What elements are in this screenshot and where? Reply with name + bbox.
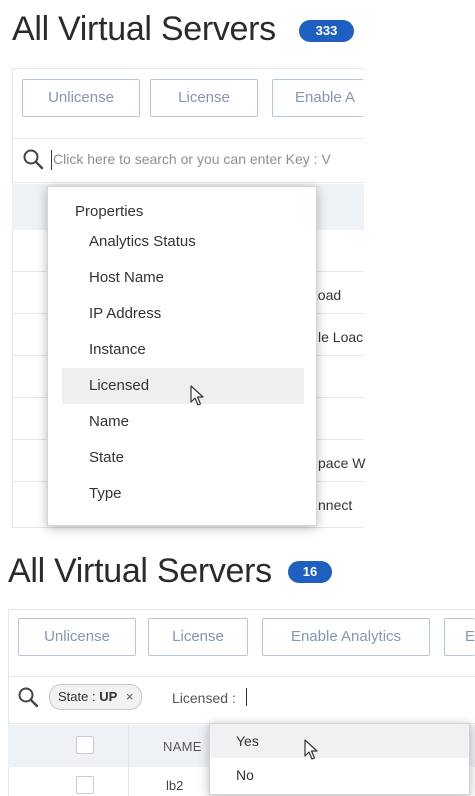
search-icon[interactable]	[17, 686, 39, 708]
page-title-filtered: All Virtual Servers	[8, 552, 272, 590]
dropdown-item-type[interactable]: Type	[48, 476, 316, 512]
more-actions-button[interactable]: E	[444, 618, 475, 656]
mouse-pointer-icon	[190, 385, 206, 407]
row-name-cell: lb2	[166, 778, 184, 793]
enable-analytics-button[interactable]: Enable Analytics	[262, 618, 430, 656]
row-text: nnect	[318, 497, 353, 513]
close-icon[interactable]: ×	[126, 689, 134, 704]
dropdown-item-no[interactable]: No	[210, 758, 469, 792]
filter-chip-value: UP	[99, 689, 118, 704]
unlicense-button[interactable]: Unlicense	[18, 618, 136, 656]
column-divider	[128, 725, 129, 796]
dropdown-item-instance[interactable]: Instance	[48, 332, 316, 368]
license-button[interactable]: License	[150, 79, 258, 117]
dropdown-item-host-name[interactable]: Host Name	[48, 260, 316, 296]
count-badge-filtered: 16	[288, 561, 332, 583]
text-cursor	[51, 150, 52, 170]
search-input[interactable]: Click here to search or you can enter Ke…	[53, 151, 364, 167]
search-input-filtered[interactable]: Licensed :	[172, 690, 236, 706]
select-all-checkbox[interactable]	[76, 736, 94, 754]
dropdown-item-ip-address[interactable]: IP Address	[48, 296, 316, 332]
column-header-name[interactable]: NAME	[163, 739, 202, 754]
text-cursor	[246, 688, 247, 706]
unlicense-button[interactable]: Unlicense	[22, 79, 140, 117]
row-text: pace W	[318, 455, 366, 471]
dropdown-item-name[interactable]: Name	[48, 404, 316, 440]
enable-analytics-button[interactable]: Enable A	[272, 79, 364, 117]
count-badge: 333	[299, 20, 354, 42]
mouse-pointer-icon	[304, 739, 320, 761]
dropdown-item-state[interactable]: State	[48, 440, 316, 476]
search-icon[interactable]	[22, 148, 44, 170]
filter-chip-state[interactable]: State : UP ×	[49, 684, 143, 710]
filter-chip-key: State :	[58, 689, 100, 704]
dropdown-item-licensed[interactable]: Licensed	[62, 368, 304, 404]
dropdown-header: Properties	[75, 203, 144, 220]
dropdown-item-yes[interactable]: Yes	[210, 724, 469, 758]
page-title: All Virtual Servers	[12, 10, 276, 48]
row-text: le Loac	[318, 329, 364, 345]
license-button[interactable]: License	[148, 618, 248, 656]
value-dropdown: Yes No	[209, 723, 470, 795]
dropdown-item-analytics-status[interactable]: Analytics Status	[48, 224, 316, 260]
row-checkbox[interactable]	[76, 776, 94, 794]
properties-dropdown: Properties Analytics Status Host Name IP…	[47, 186, 317, 526]
